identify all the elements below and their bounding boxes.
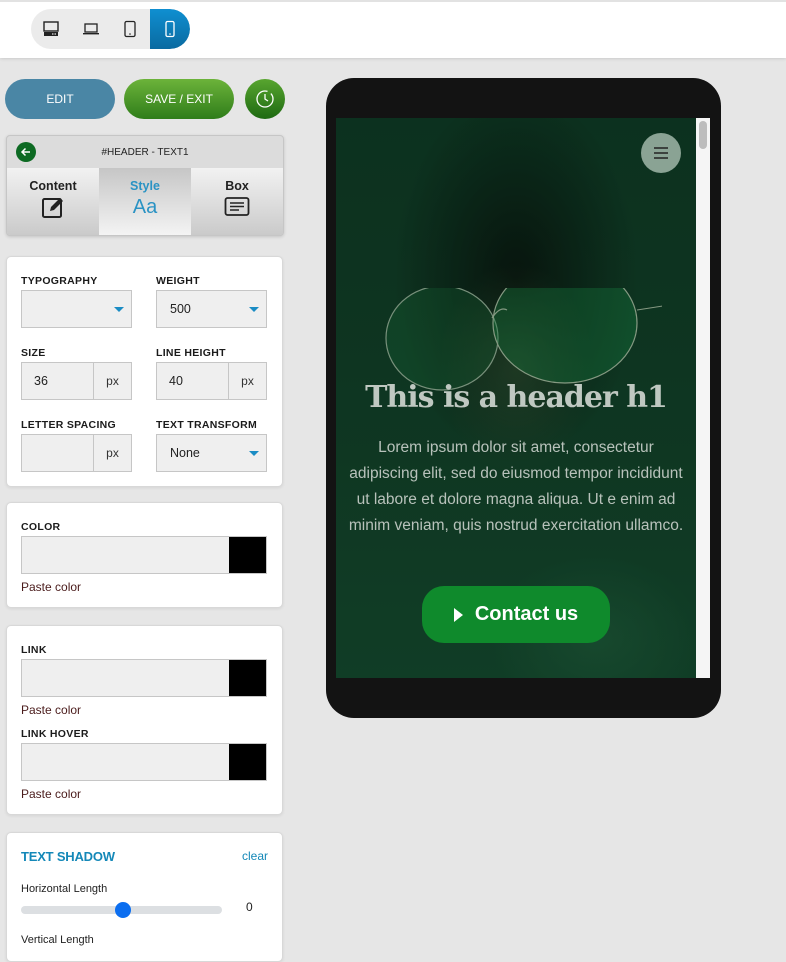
clock-icon: [256, 90, 274, 108]
device-mobile-button[interactable]: [150, 9, 190, 49]
arrow-left-icon: [20, 147, 30, 157]
paste-color-link[interactable]: Paste color: [21, 580, 81, 594]
link-hover-paste-color-link[interactable]: Paste color: [21, 787, 81, 801]
line-height-unit: px: [228, 363, 266, 399]
text-transform-select[interactable]: None: [156, 434, 267, 472]
hero-heading[interactable]: This is a header h1: [336, 380, 696, 415]
horizontal-length-label: Horizontal Length: [21, 883, 108, 895]
link-color-swatch[interactable]: [229, 660, 266, 696]
text-shadow-title: TEXT SHADOW: [21, 849, 115, 864]
letter-spacing-input[interactable]: px: [21, 434, 132, 472]
text-shadow-clear-link[interactable]: clear: [242, 849, 268, 863]
tablet-icon: [124, 20, 137, 38]
tab-box-label: Box: [225, 179, 249, 193]
laptop-icon: [82, 23, 99, 35]
element-path-title: #HEADER - TEXT1: [101, 146, 189, 158]
size-input[interactable]: 36 px: [21, 362, 132, 400]
top-toolbar: [0, 0, 786, 58]
color-card: COLOR Paste color: [6, 502, 283, 608]
box-text-icon: [224, 197, 250, 216]
chevron-down-icon: [114, 306, 124, 312]
action-bar: EDIT SAVE / EXIT: [5, 79, 285, 119]
typography-label: TYPOGRAPHY: [21, 275, 98, 287]
letter-spacing-unit: px: [93, 435, 131, 471]
weight-label: WEIGHT: [156, 275, 200, 287]
vertical-length-label: Vertical Length: [21, 934, 94, 946]
tab-box[interactable]: Box: [191, 168, 283, 235]
text-transform-value: None: [170, 446, 200, 460]
element-editor-panel: #HEADER - TEXT1 Content Style Aa Box: [6, 135, 284, 236]
line-height-label: LINE HEIGHT: [156, 347, 226, 359]
hamburger-icon: [654, 147, 668, 159]
link-label: LINK: [21, 644, 47, 656]
history-button[interactable]: [245, 79, 285, 119]
letter-spacing-label: LETTER SPACING: [21, 419, 117, 431]
save-exit-button[interactable]: SAVE / EXIT: [124, 79, 234, 119]
line-height-input[interactable]: 40 px: [156, 362, 267, 400]
element-panel-header: #HEADER - TEXT1: [7, 136, 283, 168]
device-switcher: [31, 9, 190, 49]
size-label: SIZE: [21, 347, 46, 359]
link-hover-color-input[interactable]: [21, 743, 267, 781]
edit-icon: [42, 198, 63, 218]
size-value: 36: [34, 374, 48, 388]
mobile-preview-frame: This is a header h1 Lorem ipsum dolor si…: [326, 78, 721, 718]
link-hover-label: LINK HOVER: [21, 728, 89, 740]
link-hover-color-swatch[interactable]: [229, 744, 266, 780]
device-tablet-button[interactable]: [111, 9, 151, 49]
hero-section[interactable]: This is a header h1 Lorem ipsum dolor si…: [336, 118, 696, 678]
text-transform-label: TEXT TRANSFORM: [156, 419, 258, 431]
back-button[interactable]: [16, 142, 36, 162]
size-unit: px: [93, 363, 131, 399]
device-desktop-button[interactable]: [31, 9, 71, 49]
preview-scrollbar[interactable]: [696, 118, 710, 678]
color-swatch[interactable]: [229, 537, 266, 573]
desktop-icon: [43, 21, 59, 36]
preview-scrollbar-thumb[interactable]: [699, 121, 707, 149]
menu-button[interactable]: [641, 133, 681, 173]
tab-content[interactable]: Content: [7, 168, 99, 235]
tab-style[interactable]: Style Aa: [99, 168, 191, 235]
preview-screen: This is a header h1 Lorem ipsum dolor si…: [336, 118, 710, 678]
typography-select[interactable]: [21, 290, 132, 328]
mobile-icon: [165, 20, 175, 38]
horizontal-length-value: 0: [246, 900, 253, 914]
hero-paragraph[interactable]: Lorem ipsum dolor sit amet, consectetur …: [348, 435, 684, 539]
edit-button[interactable]: EDIT: [5, 79, 115, 119]
link-color-input[interactable]: [21, 659, 267, 697]
chevron-down-icon: [249, 450, 259, 456]
device-laptop-button[interactable]: [71, 9, 111, 49]
horizontal-length-slider-thumb[interactable]: [115, 902, 131, 918]
tab-style-label: Style: [130, 179, 160, 193]
play-icon: [453, 607, 463, 622]
element-tabs: Content Style Aa Box: [7, 168, 283, 235]
link-color-card: LINK Paste color LINK HOVER Paste color: [6, 625, 283, 815]
contact-us-button[interactable]: Contact us: [422, 586, 610, 643]
line-height-value: 40: [169, 374, 183, 388]
text-shadow-card: TEXT SHADOW clear Horizontal Length 0 Ve…: [6, 832, 283, 962]
color-label: COLOR: [21, 521, 61, 533]
typography-card: TYPOGRAPHY WEIGHT 500 SIZE 36 px LINE HE…: [6, 256, 283, 487]
weight-value: 500: [170, 302, 191, 316]
weight-select[interactable]: 500: [156, 290, 267, 328]
tab-content-label: Content: [29, 179, 77, 193]
link-paste-color-link[interactable]: Paste color: [21, 703, 81, 717]
font-aa-icon: Aa: [132, 195, 158, 218]
color-input[interactable]: [21, 536, 267, 574]
chevron-down-icon: [249, 306, 259, 312]
contact-us-label: Contact us: [474, 603, 579, 625]
